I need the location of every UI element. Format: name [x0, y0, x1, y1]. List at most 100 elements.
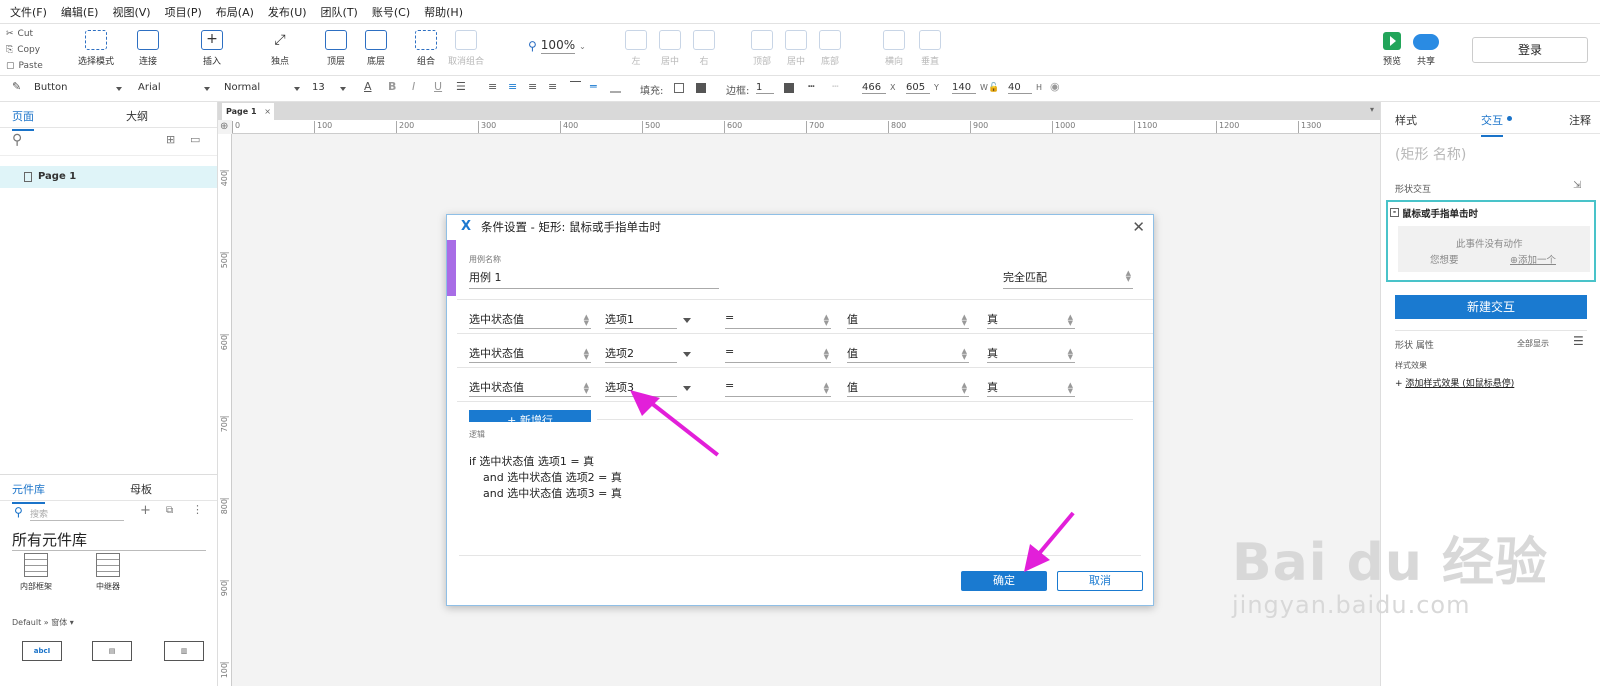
valign-middle-icon[interactable]: ═ [590, 80, 597, 93]
tab-pages[interactable]: 页面 [12, 108, 34, 131]
ok-button[interactable]: 确定 [961, 571, 1047, 591]
close-icon[interactable]: × [264, 103, 271, 120]
expand-icon[interactable]: ⇲ [1573, 180, 1581, 191]
menu-view[interactable]: 视图(V) [112, 4, 150, 20]
widget-text-field[interactable]: abcI [22, 641, 62, 661]
valign-bottom-icon[interactable]: ⎽ [610, 80, 621, 94]
add-folder-icon[interactable]: ▭ [190, 133, 200, 146]
shape-name-input[interactable]: (矩形 名称) [1395, 144, 1466, 164]
add-style-effect-link[interactable]: + 添加样式效果 (如鼠标悬停) [1395, 376, 1514, 389]
login-button[interactable]: 登录 [1472, 37, 1588, 63]
share-button[interactable]: 共享 [1406, 32, 1446, 67]
page-item-page1[interactable]: Page 1 [0, 166, 217, 188]
value-type-select[interactable]: 值 ▲ ▼ [847, 311, 969, 329]
menu-account[interactable]: 账号(C) [372, 4, 410, 20]
fill-shadow-swatch[interactable] [696, 83, 706, 93]
align-text-justify-icon[interactable]: ≡ [548, 80, 557, 93]
bold-icon[interactable]: B [388, 80, 396, 93]
widget-repeater[interactable]: 中继器 [80, 553, 136, 592]
lock-icon[interactable]: 🔓 [988, 83, 999, 93]
tab-page1[interactable]: Page 1 × [222, 103, 274, 120]
operator-select[interactable]: = ▲ ▼ [725, 345, 831, 363]
add-library-icon[interactable]: + [140, 503, 151, 518]
fill-color-swatch[interactable] [674, 83, 684, 93]
tab-style[interactable]: 样式 [1395, 112, 1417, 128]
x-input[interactable]: 466 [862, 82, 886, 94]
operator-select[interactable]: = ▲ ▼ [725, 379, 831, 397]
cancel-button[interactable]: 取消 [1057, 571, 1143, 591]
widget-inline-frame[interactable]: 内部框架 [8, 553, 64, 592]
align-right-button[interactable]: 右 [674, 30, 734, 67]
chevron-down-icon[interactable] [683, 318, 691, 323]
align-bottom-button[interactable]: 底部 [800, 30, 860, 67]
chevron-down-icon[interactable]: ▾ [1370, 105, 1374, 114]
match-select[interactable]: 完全匹配 ▲ ▼ [1003, 269, 1133, 289]
distribute-v-button[interactable]: 垂直 [900, 30, 960, 67]
add-page-icon[interactable]: ⊞ [166, 133, 175, 146]
widget-text-area[interactable]: ▤ [92, 641, 132, 661]
align-text-center-icon[interactable]: ≡ [508, 80, 517, 93]
paste-button[interactable]: ▢ Paste [6, 58, 58, 74]
ungroup-button[interactable]: 取消组合 [436, 30, 496, 67]
search-icon[interactable]: ⚲ [12, 132, 22, 148]
condition-target-select[interactable]: 选项2 [605, 345, 677, 363]
value-type-select[interactable]: 值 ▲ ▼ [847, 379, 969, 397]
bullet-list-icon[interactable]: ☰ [456, 80, 466, 93]
cut-button[interactable]: ✂ Cut [6, 26, 58, 42]
valign-top-icon[interactable]: ⎺ [570, 80, 581, 94]
chevron-down-icon[interactable] [683, 352, 691, 357]
align-text-left-icon[interactable]: ≡ [488, 80, 497, 93]
event-card[interactable]: - 鼠标或手指单击时 此事件没有动作 您想要 ⊕添加一个 [1386, 200, 1596, 282]
menu-team[interactable]: 团队(T) [321, 4, 358, 20]
library-files-icon[interactable]: ⧉ [166, 505, 173, 516]
font-select[interactable]: Arial [138, 82, 210, 93]
underline-icon[interactable]: U [434, 80, 442, 93]
collapse-icon[interactable]: - [1390, 208, 1399, 217]
default-forms-label[interactable]: Default » 窗体 ▾ [12, 617, 74, 628]
tab-masters[interactable]: 母板 [130, 481, 152, 497]
value-select[interactable]: 真 ▲ ▼ [987, 345, 1075, 363]
font-color-icon[interactable]: A [364, 80, 372, 93]
style-select[interactable]: Button [34, 82, 122, 93]
border-width-input[interactable]: 1 [756, 82, 774, 94]
select-mode-button[interactable]: 选择模式 [66, 30, 126, 67]
y-input[interactable]: 605 [906, 82, 930, 94]
connect-button[interactable]: 连接 [118, 30, 178, 67]
show-all-link[interactable]: 全部显示 [1517, 338, 1549, 349]
align-text-right-icon[interactable]: ≡ [528, 80, 537, 93]
value-select[interactable]: 真 ▲ ▼ [987, 379, 1075, 397]
more-icon[interactable]: ⋮ [192, 503, 203, 516]
italic-icon[interactable]: I [412, 80, 415, 93]
menu-layout[interactable]: 布局(A) [216, 4, 254, 20]
menu-help[interactable]: 帮助(H) [424, 4, 463, 20]
add-action-link[interactable]: ⊕添加一个 [1510, 252, 1556, 266]
case-name-input[interactable]: 用例 1 [469, 269, 719, 289]
border-visibility-icon[interactable]: ┄ [832, 80, 839, 93]
condition-type-select[interactable]: 选中状态值 ▲ ▼ [469, 345, 591, 363]
size-select[interactable]: 13 [312, 82, 346, 93]
width-input[interactable]: 140 [952, 82, 976, 94]
menu-file[interactable]: 文件(F) [10, 4, 47, 20]
value-select[interactable]: 真 ▲ ▼ [987, 311, 1075, 329]
chevron-down-icon[interactable] [683, 386, 691, 391]
tab-library[interactable]: 元件库 [12, 481, 45, 504]
condition-target-select[interactable]: 选项1 [605, 311, 677, 329]
tab-interactions[interactable]: 交互 [1481, 112, 1503, 137]
menu-icon[interactable]: ☰ [1573, 334, 1584, 348]
add-row-button[interactable]: + 新增行 [469, 410, 591, 422]
point-button[interactable]: ⤢ 独点 [250, 30, 310, 67]
widget-droplist[interactable]: ▥ [164, 641, 204, 661]
tab-outline[interactable]: 大纲 [126, 108, 148, 124]
zoom-control[interactable]: ⚲ 100% ⌄ [528, 38, 586, 54]
close-icon[interactable]: ✕ [1132, 215, 1145, 239]
eye-icon[interactable]: ◉ [1050, 80, 1060, 93]
copy-button[interactable]: ⎘ Copy [6, 42, 58, 58]
border-style-icon[interactable]: ┅ [808, 80, 815, 93]
menu-edit[interactable]: 编辑(E) [61, 4, 99, 20]
library-search-input[interactable]: 搜索 [30, 507, 124, 521]
operator-select[interactable]: = ▲ ▼ [725, 311, 831, 329]
new-interaction-button[interactable]: 新建交互 [1395, 295, 1587, 319]
library-select[interactable]: 所有元件库 [12, 529, 87, 550]
condition-type-select[interactable]: 选中状态值 ▲ ▼ [469, 379, 591, 397]
tab-notes[interactable]: 注释 [1569, 112, 1591, 128]
